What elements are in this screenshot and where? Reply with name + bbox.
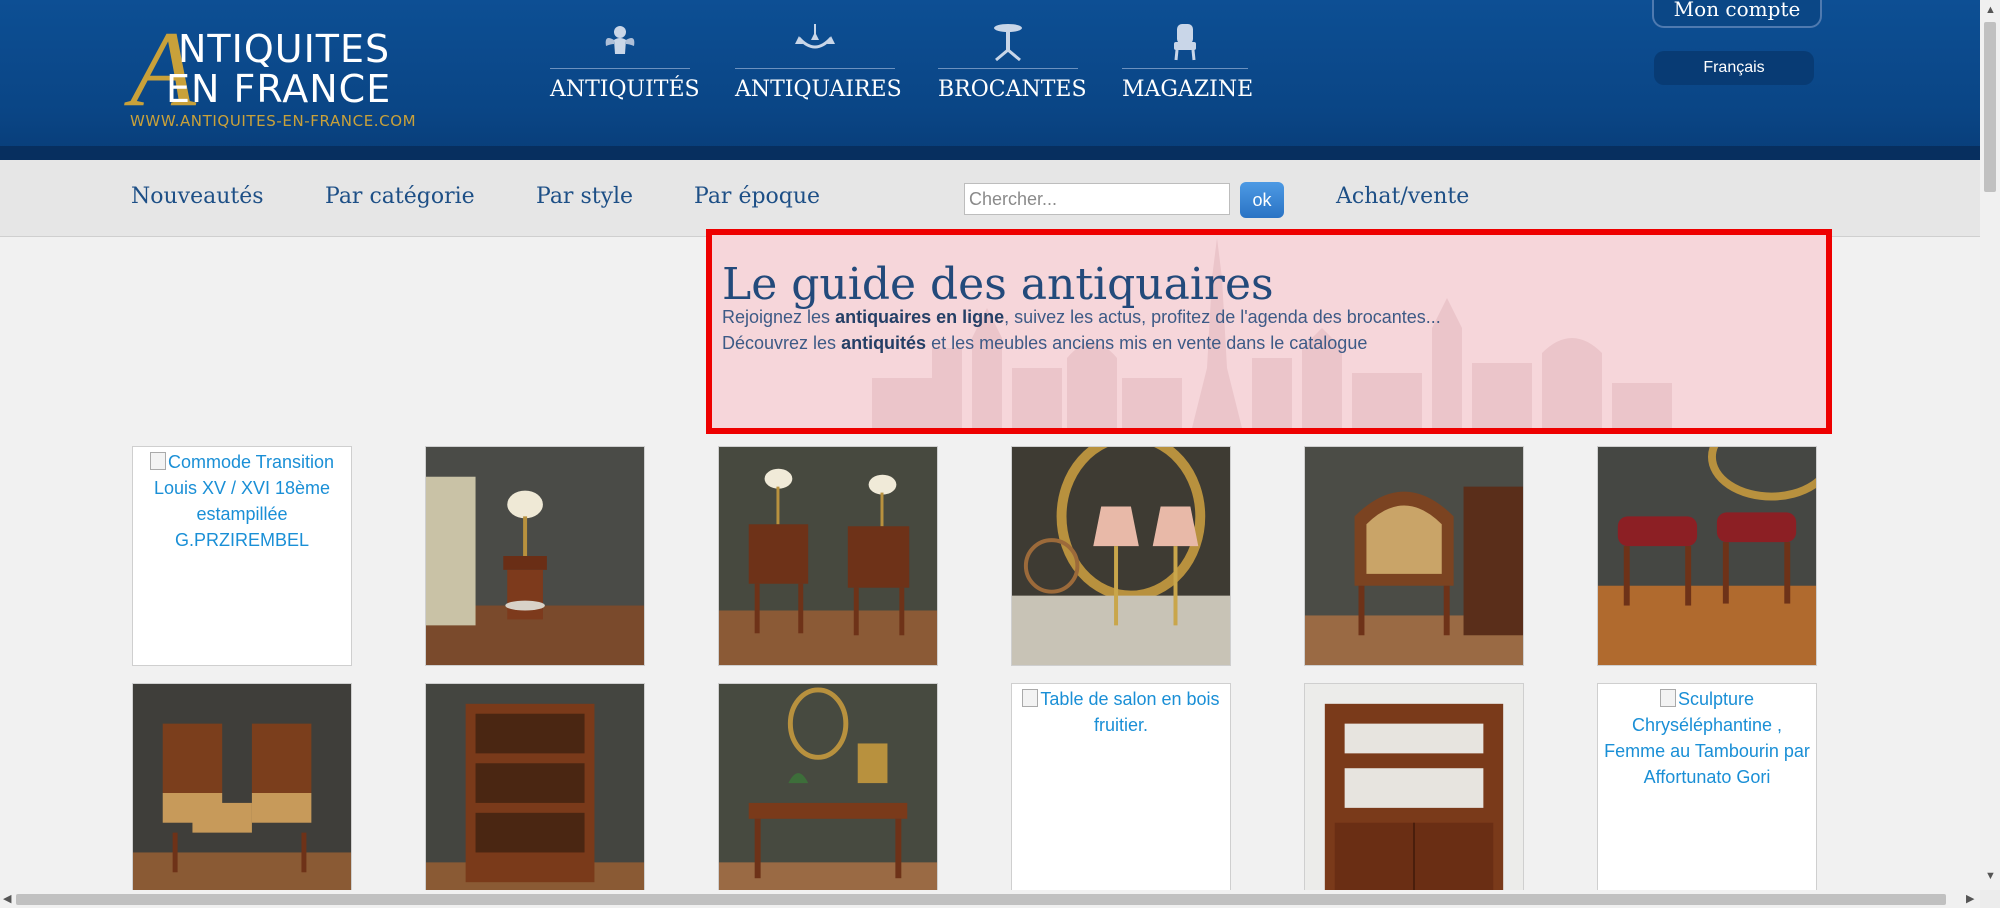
nav-divider [735, 68, 895, 69]
product-image-alt: Table de salon en bois fruitier. [1012, 684, 1230, 740]
product-image-alt: Sculpture Chryséléphantine , Femme au Ta… [1598, 684, 1816, 792]
product-photo-nightstands [719, 447, 937, 665]
product-photo-desk [719, 684, 937, 902]
search-input[interactable] [964, 183, 1230, 215]
broken-image-icon [149, 452, 166, 470]
product-tile[interactable] [718, 683, 938, 903]
nav-label: ANTIQUAIRES [735, 77, 902, 102]
product-tile[interactable]: Sculpture Chryséléphantine , Femme au Ta… [1597, 683, 1817, 903]
hero-banner: Le guide des antiquaires Rejoignez les a… [706, 229, 1832, 434]
hero-text: Découvrez les [722, 333, 842, 353]
product-tile[interactable] [1304, 446, 1524, 666]
scroll-up-icon[interactable]: ▲ [1985, 4, 1996, 16]
product-alt-text: Table de salon en bois fruitier. [1040, 689, 1220, 735]
product-image-alt: Commode Transition Louis XV / XVI 18ème … [133, 447, 351, 555]
armchair-icon [1174, 24, 1196, 61]
hero-text-line1: Rejoignez les antiquaires en ligne, suiv… [722, 307, 1441, 328]
subnav-achat-vente[interactable]: Achat/vente [1336, 184, 1469, 209]
hero-text-line2: Découvrez les antiquités et les meubles … [722, 333, 1367, 354]
logo-title-line1: NTIQUITES [178, 27, 391, 71]
product-alt-text: Commode Transition Louis XV / XVI 18ème … [153, 452, 335, 550]
nav-magazine[interactable]: MAGAZINE [1122, 22, 1253, 112]
hero-text: et les meubles anciens mis en vente dans… [926, 333, 1368, 353]
nav-divider [1122, 68, 1248, 69]
product-photo-side-table [426, 447, 644, 665]
nav-divider [550, 68, 690, 69]
scroll-right-icon[interactable]: ▶ [1966, 893, 1974, 905]
hero-title: Le guide des antiquaires [722, 259, 1274, 310]
subnav-par-style[interactable]: Par style [536, 184, 633, 209]
product-tile[interactable] [425, 446, 645, 666]
pedestal-table-icon [994, 24, 1022, 62]
broken-image-icon [1022, 689, 1039, 707]
product-photo-wall-shelf [1305, 684, 1523, 902]
language-selector[interactable]: Français [1654, 51, 1814, 85]
product-photo-bookcase [426, 684, 644, 902]
header-bottom-band [0, 146, 1980, 160]
vertical-scrollbar[interactable]: ▲ ▼ [1980, 0, 2000, 890]
account-button[interactable]: Mon compte [1652, 0, 1822, 28]
product-tile[interactable] [1304, 683, 1524, 903]
main-content: Le guide des antiquaires Rejoignez les a… [0, 229, 1980, 903]
site-header: A NTIQUITES EN FRANCE WWW.ANTIQUITES-EN-… [0, 0, 1980, 160]
cherub-icon [605, 26, 635, 54]
hero-link-antiquites[interactable]: antiquités [841, 333, 926, 353]
horizontal-scroll-thumb[interactable] [16, 894, 1946, 905]
scroll-left-icon[interactable]: ◀ [3, 893, 11, 905]
subnav-par-epoque[interactable]: Par époque [694, 184, 820, 209]
nav-label: BROCANTES [938, 77, 1087, 102]
hero-text: Rejoignez les [722, 307, 836, 327]
subnav-nouveautes[interactable]: Nouveautés [131, 184, 264, 209]
vertical-scroll-thumb[interactable] [1984, 22, 1996, 192]
secondary-nav: Nouveautés Par catégorie Par style Par é… [0, 160, 1980, 237]
scroll-down-icon[interactable]: ▼ [1985, 870, 1996, 882]
nav-antiquites[interactable]: ANTIQUITÉS [550, 22, 700, 112]
product-tile[interactable]: Table de salon en bois fruitier. [1011, 683, 1231, 903]
product-tile[interactable] [718, 446, 938, 666]
broken-image-icon [1659, 689, 1676, 707]
search-ok-button[interactable]: ok [1240, 182, 1284, 218]
nav-label: ANTIQUITÉS [550, 77, 700, 102]
nav-label: MAGAZINE [1122, 77, 1254, 102]
logo-url: WWW.ANTIQUITES-EN-FRANCE.COM [130, 112, 417, 130]
product-photo-stools [1598, 447, 1816, 665]
product-alt-text: Sculpture Chryséléphantine , Femme au Ta… [1604, 689, 1810, 787]
site-logo[interactable]: A NTIQUITES EN FRANCE WWW.ANTIQUITES-EN-… [130, 16, 450, 132]
product-photo-chairs [133, 684, 351, 902]
product-tile[interactable]: Commode Transition Louis XV / XVI 18ème … [132, 446, 352, 666]
horizontal-scrollbar[interactable]: ◀ ▶ [0, 890, 1980, 908]
nav-brocantes[interactable]: BROCANTES [938, 22, 1087, 112]
hero-text: , suivez les actus, profitez de l'agenda… [1004, 307, 1441, 327]
product-tile[interactable] [1011, 446, 1231, 666]
product-tile[interactable] [132, 683, 352, 903]
nav-divider [938, 68, 1078, 69]
subnav-par-categorie[interactable]: Par catégorie [325, 184, 475, 209]
product-photo-lamps [1012, 447, 1230, 665]
product-tile[interactable] [1597, 446, 1817, 666]
product-photo-armchair [1305, 447, 1523, 665]
nav-antiquaires[interactable]: ANTIQUAIRES [735, 22, 902, 112]
chandelier-icon [795, 24, 835, 49]
hero-link-antiquaires[interactable]: antiquaires en ligne [835, 307, 1004, 327]
logo-title-line2: EN FRANCE [166, 67, 392, 111]
product-tile[interactable] [425, 683, 645, 903]
